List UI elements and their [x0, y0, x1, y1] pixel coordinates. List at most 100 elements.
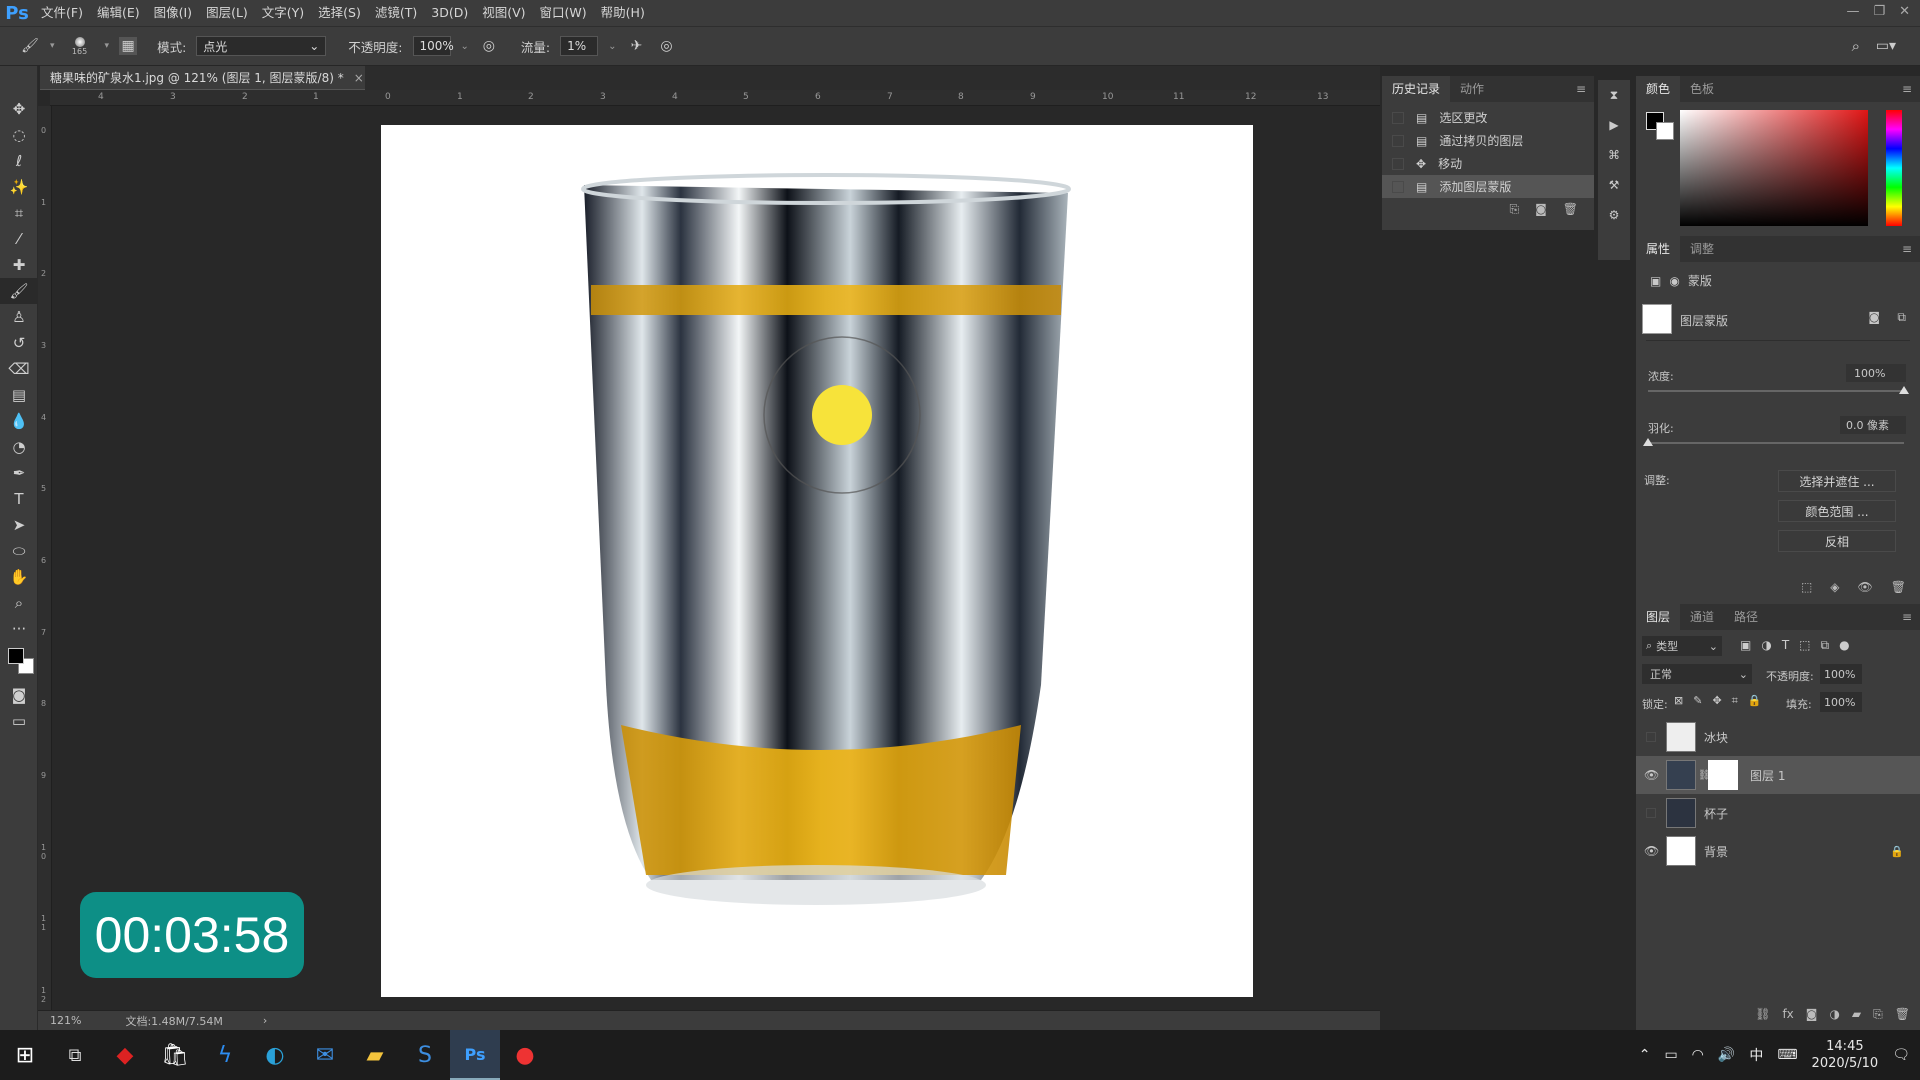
layer-mask-thumbnail[interactable]	[1708, 760, 1738, 790]
trash-icon[interactable]: 🗑	[1563, 202, 1578, 217]
tab-channels[interactable]: 通道	[1680, 604, 1724, 630]
play-icon[interactable]: ▶	[1598, 110, 1630, 140]
apply-mask-icon[interactable]: ◈	[1830, 580, 1839, 594]
menu-3d[interactable]: 3D(D)	[424, 0, 475, 26]
history-panel-icon[interactable]: ⧗	[1598, 80, 1630, 110]
density-slider-thumb[interactable]	[1899, 386, 1909, 394]
layer-row-background[interactable]: 👁 背景 🔒	[1636, 832, 1920, 870]
zoom-level[interactable]: 121%	[50, 1014, 81, 1027]
visibility-toggle-off[interactable]	[1646, 732, 1656, 742]
tab-swatches[interactable]: 色板	[1680, 76, 1724, 102]
tab-history[interactable]: 历史记录	[1382, 76, 1451, 102]
menu-image[interactable]: 图像(I)	[147, 0, 199, 26]
eraser-tool-icon[interactable]: ⌫	[0, 356, 38, 382]
pixel-mask-icon[interactable]: ▣	[1650, 274, 1661, 288]
airbrush-icon[interactable]: ✈	[627, 36, 647, 56]
apply-vector-mask-icon[interactable]: ⧉	[1897, 310, 1906, 325]
workspace-icon[interactable]: ▭▾	[1876, 38, 1896, 54]
brush-tool-icon[interactable]: 🖌	[0, 278, 38, 304]
photoshop-logo[interactable]: Ps	[0, 0, 34, 26]
network-icon[interactable]: ◠	[1692, 1047, 1704, 1063]
tab-adjustments[interactable]: 调整	[1680, 236, 1724, 262]
type-tool-icon[interactable]: T	[0, 486, 38, 512]
ime-indicator[interactable]: 中	[1749, 1045, 1763, 1065]
visibility-toggle-off[interactable]	[1646, 808, 1656, 818]
eye-icon[interactable]: 👁	[1644, 844, 1659, 858]
tab-close-icon[interactable]: ×	[354, 71, 364, 85]
marquee-tool-icon[interactable]: ◌	[0, 122, 38, 148]
screen-mode-icon[interactable]: ▭	[0, 708, 38, 734]
filter-toggle-icon[interactable]: ●	[1839, 638, 1849, 653]
lock-image-icon[interactable]: ✎	[1693, 694, 1702, 708]
history-checkbox[interactable]	[1392, 180, 1404, 193]
foreground-color-swatch[interactable]	[8, 648, 24, 664]
menu-select[interactable]: 选择(S)	[311, 0, 368, 26]
brush-tool-icon[interactable]: 🖌	[20, 36, 40, 56]
mode-select[interactable]: 点光 ⌄	[196, 36, 327, 56]
feather-slider-thumb[interactable]	[1643, 438, 1653, 446]
add-mask-icon[interactable]: ◙	[1806, 1007, 1818, 1022]
clock[interactable]: 14:45 2020/5/10	[1812, 1038, 1879, 1072]
gradient-tool-icon[interactable]: ▤	[0, 382, 38, 408]
hand-tool-icon[interactable]: ✋	[0, 564, 38, 590]
tab-properties[interactable]: 属性	[1636, 236, 1681, 262]
menu-edit[interactable]: 编辑(E)	[90, 0, 147, 26]
lightning-app-icon[interactable]: ϟ	[200, 1030, 250, 1080]
new-layer-icon[interactable]: ⎘	[1873, 1007, 1883, 1022]
panel-menu-icon[interactable]: ≡	[1576, 82, 1586, 96]
color-range-button[interactable]: 颜色范围 ...	[1778, 500, 1896, 522]
pressure-opacity-icon[interactable]: ◎	[479, 36, 499, 56]
select-and-mask-button[interactable]: 选择并遮住 ...	[1778, 470, 1896, 492]
brush-panel-icon[interactable]: ▦	[119, 37, 138, 55]
tool-presets-icon[interactable]: ⚒	[1598, 170, 1630, 200]
load-selection-icon[interactable]: ⬚	[1801, 580, 1812, 594]
history-item[interactable]: ▤ 选区更改	[1382, 106, 1594, 129]
tab-layers[interactable]: 图层	[1636, 604, 1681, 630]
fill-field[interactable]: 100%	[1820, 692, 1862, 712]
menu-layer[interactable]: 图层(L)	[199, 0, 255, 26]
pressure-size-icon[interactable]: ◎	[657, 36, 677, 56]
document-canvas[interactable]	[381, 125, 1253, 997]
lock-position-icon[interactable]: ✥	[1712, 694, 1721, 708]
search-icon[interactable]: ⌕	[1852, 37, 1860, 55]
menu-filter[interactable]: 滤镜(T)	[368, 0, 424, 26]
new-document-icon[interactable]: ⎘	[1510, 202, 1520, 217]
keyboard-icon[interactable]: ⌨	[1777, 1047, 1797, 1063]
tab-actions[interactable]: 动作	[1450, 76, 1494, 102]
panel-menu-icon[interactable]: ≡	[1902, 82, 1912, 96]
status-menu-icon[interactable]: ›	[263, 1014, 267, 1027]
history-item-active[interactable]: ▤ 添加图层蒙版	[1382, 175, 1594, 198]
history-item[interactable]: ▤ 通过拷贝的图层	[1382, 129, 1594, 152]
lock-transparent-icon[interactable]: ⊠	[1674, 694, 1683, 708]
filter-adjustment-icon[interactable]: ◑	[1761, 638, 1771, 653]
chevron-down-icon[interactable]: ⌄	[608, 41, 616, 52]
tab-paths[interactable]: 路径	[1724, 604, 1768, 630]
layer-row-layer1[interactable]: 👁 ⛓ 图层 1	[1636, 756, 1920, 794]
camera-icon[interactable]: ◙	[1535, 202, 1547, 217]
tab-color[interactable]: 颜色	[1636, 76, 1681, 102]
pen-tool-icon[interactable]: ✒	[0, 460, 38, 486]
menu-help[interactable]: 帮助(H)	[594, 0, 652, 26]
adjustment-layer-icon[interactable]: ◑	[1829, 1007, 1839, 1022]
menu-window[interactable]: 窗口(W)	[533, 0, 594, 26]
color-swatches[interactable]	[0, 642, 37, 682]
mask-thumbnail[interactable]	[1642, 304, 1672, 334]
restore-icon[interactable]: ❐	[1873, 4, 1885, 19]
feather-slider-track[interactable]	[1648, 442, 1904, 444]
eye-icon[interactable]: 👁	[1858, 580, 1873, 594]
history-brush-icon[interactable]: ↺	[0, 330, 38, 356]
brush-settings-icon[interactable]: ⌘	[1598, 140, 1630, 170]
trash-icon[interactable]: 🗑	[1891, 580, 1906, 594]
brush-preset-picker[interactable]: 165	[65, 30, 95, 62]
history-checkbox[interactable]	[1392, 157, 1404, 170]
stamp-tool-icon[interactable]: ♙	[0, 304, 38, 330]
chevron-down-icon[interactable]: ⌄	[461, 41, 469, 52]
chevron-up-icon[interactable]: ⌃	[1639, 1047, 1651, 1063]
move-tool-icon[interactable]: ✥	[0, 96, 38, 122]
history-item[interactable]: ✥ 移动	[1382, 152, 1594, 175]
menu-view[interactable]: 视图(V)	[475, 0, 532, 26]
invert-button[interactable]: 反相	[1778, 530, 1896, 552]
volume-icon[interactable]: 🔊	[1718, 1047, 1735, 1063]
lasso-tool-icon[interactable]: ℓ	[0, 148, 38, 174]
photoshop-taskbar-icon[interactable]: Ps	[450, 1030, 500, 1080]
